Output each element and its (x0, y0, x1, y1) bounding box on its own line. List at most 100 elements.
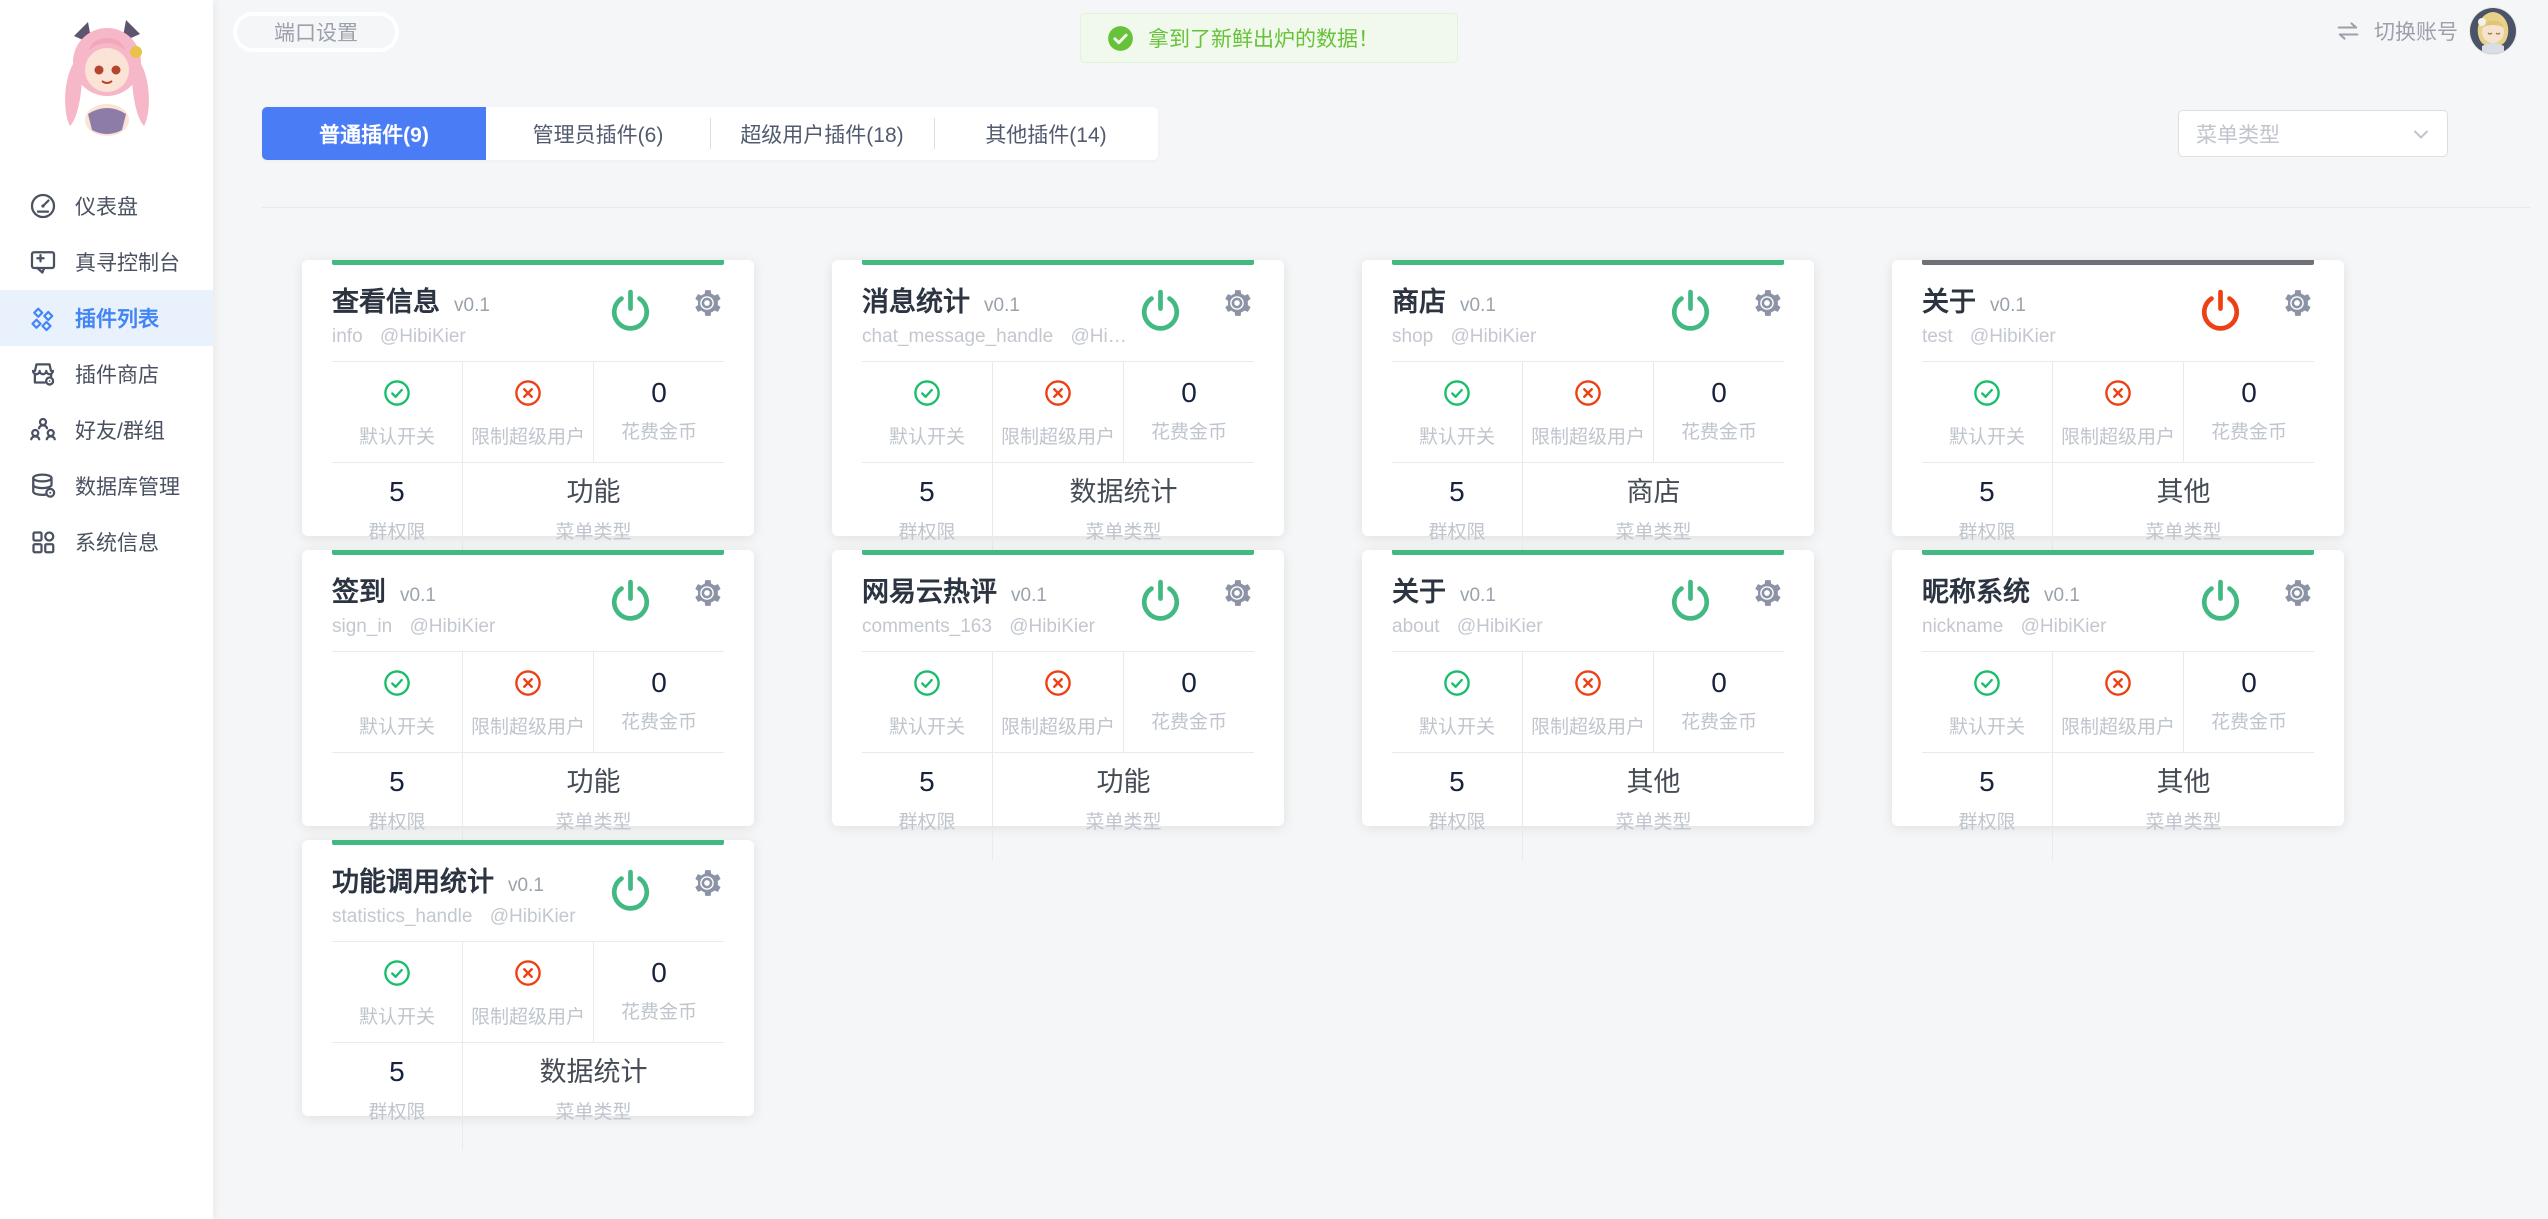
plugin-card: 关于 v0.1 test @HibiKier (1892, 260, 2344, 536)
plugin-version: v0.1 (1460, 295, 1496, 317)
power-icon (1667, 287, 1714, 334)
power-toggle-button[interactable] (1667, 577, 1714, 624)
plugin-tab[interactable]: 管理员插件(6) (486, 107, 710, 160)
sidebar-item-system[interactable]: 系统信息 (0, 514, 213, 570)
stat-value-cost-gold: 0 (1124, 378, 1254, 408)
power-icon (1137, 577, 1184, 624)
plugin-package-name: shop (1392, 326, 1433, 347)
stat-label-cost-gold: 花费金币 (1654, 707, 1784, 734)
plugin-author: @HibiKier (1009, 616, 1095, 637)
power-toggle-button[interactable] (607, 577, 654, 624)
power-toggle-button[interactable] (1137, 577, 1184, 624)
sidebar-item-plugins[interactable]: 插件列表 (0, 290, 213, 346)
plugin-author: @HibiKier (1970, 326, 2056, 347)
power-toggle-button[interactable] (2197, 287, 2244, 334)
plugin-settings-button[interactable] (2280, 576, 2314, 610)
stat-default-switch: 默认开关 (332, 362, 462, 462)
menu-type-select[interactable]: 菜单类型 (2178, 110, 2448, 157)
stat-value-menu-type: 功能 (463, 476, 724, 508)
plugin-card-grid: 查看信息 v0.1 info @HibiKier (302, 260, 2344, 1116)
plugin-card: 查看信息 v0.1 info @HibiKier (302, 260, 754, 536)
sidebar-item-friends[interactable]: 好友/群组 (0, 402, 213, 458)
user-avatar[interactable] (2470, 8, 2516, 54)
plugin-card-titles: 商店 v0.1 shop @HibiKier (1392, 274, 1667, 348)
plugin-settings-button[interactable] (690, 866, 724, 900)
plugin-package-name: nickname (1922, 616, 2003, 637)
plugin-title: 功能调用统计 (332, 860, 494, 899)
stat-group-permission: 5 群权限 (1392, 753, 1523, 860)
plugin-stats: 默认开关 限制超级用户 0 花费金币 5 群权限 (332, 941, 724, 1150)
plugin-settings-button[interactable] (1220, 286, 1254, 320)
plugin-settings-button[interactable] (2280, 286, 2314, 320)
friends-icon (28, 415, 58, 445)
plugin-author: @HibiKier (380, 326, 466, 347)
stat-limit-superuser: 限制超级用户 (462, 652, 593, 752)
plugin-settings-button[interactable] (1220, 576, 1254, 610)
stat-label-menu-type: 菜单类型 (1523, 517, 1784, 544)
plugin-card-header: 商店 v0.1 shop @HibiKier (1392, 260, 1784, 361)
power-toggle-button[interactable] (1667, 287, 1714, 334)
sidebar-item-store[interactable]: 插件商店 (0, 346, 213, 402)
plugin-card-titles: 关于 v0.1 about @HibiKier (1392, 564, 1667, 638)
stat-value-menu-type: 功能 (463, 766, 724, 798)
stat-label-cost-gold: 花费金币 (2184, 707, 2314, 734)
plugin-card-header: 昵称系统 v0.1 nickname @HibiKier (1922, 550, 2314, 651)
plugin-settings-button[interactable] (690, 576, 724, 610)
system-icon (28, 527, 58, 557)
power-toggle-button[interactable] (607, 287, 654, 334)
plugin-version: v0.1 (1460, 585, 1496, 607)
sidebar-item-gauge[interactable]: 仪表盘 (0, 178, 213, 234)
gear-icon (2280, 286, 2314, 320)
gear-icon (2280, 576, 2314, 610)
plugin-card-titles: 签到 v0.1 sign_in @HibiKier (332, 564, 607, 638)
plugin-subtitle: shop @HibiKier (1392, 326, 1667, 348)
plugin-card-titles: 网易云热评 v0.1 comments_163 @HibiKier (862, 564, 1137, 638)
plugin-author: @HibiKier (490, 906, 576, 927)
port-settings-button[interactable]: 端口设置 (233, 12, 399, 52)
plugin-settings-button[interactable] (1750, 286, 1784, 320)
stat-label-group-permission: 群权限 (1392, 517, 1522, 544)
plugin-settings-button[interactable] (690, 286, 724, 320)
stat-label-cost-gold: 花费金币 (594, 997, 724, 1024)
power-icon (607, 577, 654, 624)
plugin-card: 昵称系统 v0.1 nickname @HibiKier (1892, 550, 2344, 826)
check-circle-icon (382, 378, 412, 408)
plugin-author: @HibiKier (2021, 616, 2107, 637)
plugin-subtitle: about @HibiKier (1392, 616, 1667, 638)
plugins-icon (28, 303, 58, 333)
sidebar-item-console[interactable]: 真寻控制台 (0, 234, 213, 290)
plugin-version: v0.1 (1011, 585, 1047, 607)
plugin-package-name: info (332, 326, 363, 347)
stat-label-cost-gold: 花费金币 (594, 417, 724, 444)
power-toggle-button[interactable] (607, 867, 654, 914)
stat-cost-gold: 0 花费金币 (2183, 652, 2314, 752)
plugin-tab[interactable]: 普通插件(9) (262, 107, 486, 160)
power-icon (1667, 577, 1714, 624)
stat-default-switch: 默认开关 (862, 362, 992, 462)
plugin-subtitle: chat_message_handle @HibiKier (862, 326, 1137, 348)
power-icon (1137, 287, 1184, 334)
stat-value-menu-type: 其他 (2053, 766, 2314, 798)
plugin-tab[interactable]: 其他插件(14) (934, 107, 1158, 160)
sidebar: 仪表盘 真寻控制台 插件列表 插件商店 好友/群组 数据库管理 系统信息 (0, 0, 213, 1219)
sidebar-item-database[interactable]: 数据库管理 (0, 458, 213, 514)
plugin-author: @HibiKier (410, 616, 496, 637)
switch-account-button[interactable]: 切换账号 (2334, 6, 2516, 56)
plugin-settings-button[interactable] (1750, 576, 1784, 610)
stat-value-group-permission: 5 (862, 766, 992, 798)
plugin-title: 关于 (1922, 280, 1976, 319)
sidebar-item-label: 系统信息 (75, 527, 159, 557)
plugin-subtitle: test @HibiKier (1922, 326, 2197, 348)
power-toggle-button[interactable] (2197, 577, 2244, 624)
stat-label-menu-type: 菜单类型 (1523, 807, 1784, 834)
plugin-tab-label: 管理员插件(6) (533, 119, 664, 149)
stat-label-limit-superuser: 限制超级用户 (463, 1002, 593, 1029)
plugin-tab[interactable]: 超级用户插件(18) (710, 107, 934, 160)
success-toast: 拿到了新鲜出炉的数据！ (1080, 13, 1458, 63)
sidebar-item-label: 插件商店 (75, 359, 159, 389)
power-toggle-button[interactable] (1137, 287, 1184, 334)
plugin-title: 关于 (1392, 570, 1446, 609)
stat-value-group-permission: 5 (1392, 766, 1522, 798)
stat-value-menu-type: 商店 (1523, 476, 1784, 508)
stat-label-default-switch: 默认开关 (1392, 422, 1522, 449)
